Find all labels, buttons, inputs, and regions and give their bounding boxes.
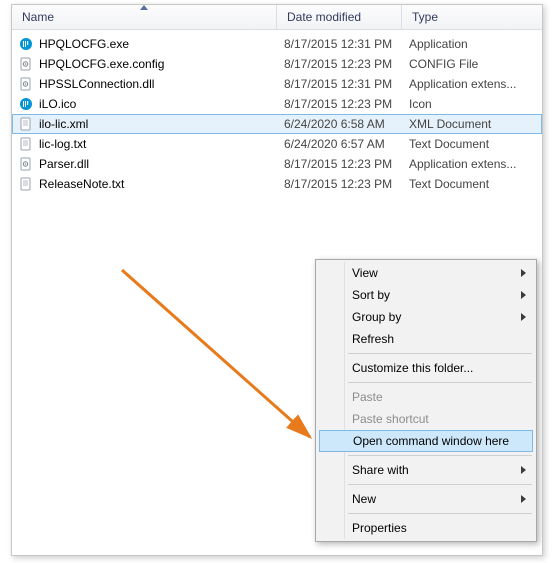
menu-item-label: Group by (352, 310, 401, 324)
file-row[interactable]: HPSSLConnection.dll 8/17/2015 12:31 PMApp… (12, 74, 542, 94)
file-date: 8/17/2015 12:23 PM (278, 157, 403, 171)
menu-item-label: Open command window here (353, 434, 509, 448)
menu-item[interactable]: Properties (318, 517, 534, 539)
menu-item-label: Customize this folder... (352, 361, 473, 375)
file-name: lic-log.txt (39, 137, 86, 151)
explorer-window: Name Date modified Type HPQLOCFG.exe 8/17… (11, 4, 543, 556)
file-type: CONFIG File (403, 57, 541, 71)
file-type: Application (403, 37, 541, 51)
submenu-arrow-icon (521, 466, 526, 474)
menu-item: Paste (318, 386, 534, 408)
column-header: Name Date modified Type (12, 5, 542, 30)
file-type: XML Document (403, 117, 541, 131)
menu-separator (348, 455, 532, 456)
menu-item-label: Sort by (352, 288, 390, 302)
menu-item-label: Paste (352, 390, 383, 404)
file-icon (17, 176, 35, 192)
menu-item[interactable]: Sort by (318, 284, 534, 306)
file-row[interactable]: iLO.ico 8/17/2015 12:23 PMIcon (12, 94, 542, 114)
file-icon (17, 116, 35, 132)
menu-item-label: View (352, 266, 378, 280)
file-type: Text Document (403, 177, 541, 191)
file-name: ReleaseNote.txt (39, 177, 124, 191)
file-name: HPSSLConnection.dll (39, 77, 154, 91)
file-name: ilo-lic.xml (39, 117, 88, 131)
file-type: Application extens... (403, 77, 541, 91)
submenu-arrow-icon (521, 269, 526, 277)
file-list[interactable]: HPQLOCFG.exe8/17/2015 12:31 PMApplicatio… (12, 34, 542, 194)
menu-item-label: Refresh (352, 332, 394, 346)
gear-icon (17, 76, 35, 92)
file-name: HPQLOCFG.exe.config (39, 57, 164, 71)
file-date: 6/24/2020 6:57 AM (278, 137, 403, 151)
menu-item[interactable]: Open command window here (319, 430, 533, 452)
file-date: 8/17/2015 12:23 PM (278, 97, 403, 111)
file-row[interactable]: HPQLOCFG.exe 8/17/2015 12:31 PMApplicatio… (12, 34, 542, 54)
menu-item[interactable]: Customize this folder... (318, 357, 534, 379)
file-date: 6/24/2020 6:58 AM (278, 117, 403, 131)
file-icon (17, 136, 35, 152)
file-name: Parser.dll (39, 157, 89, 171)
menu-item[interactable]: Group by (318, 306, 534, 328)
header-date-label: Date modified (287, 10, 361, 24)
menu-item-label: Properties (352, 521, 407, 535)
file-type: Text Document (403, 137, 541, 151)
header-date[interactable]: Date modified (277, 5, 402, 29)
context-menu: View Sort by Group by Refresh Customize this… (315, 259, 537, 542)
gear-icon (17, 156, 35, 172)
menu-separator (348, 382, 532, 383)
file-type: Icon (403, 97, 541, 111)
menu-item[interactable]: Share with (318, 459, 534, 481)
menu-item-label: Paste shortcut (352, 412, 429, 426)
menu-item-label: New (352, 492, 376, 506)
menu-separator (348, 484, 532, 485)
file-row[interactable]: ReleaseNote.txt 8/17/2015 12:23 PMText Do… (12, 174, 542, 194)
annotation-arrow (112, 260, 332, 450)
file-row[interactable]: HPQLOCFG.exe.config 8/17/2015 12:23 PMCON… (12, 54, 542, 74)
sort-asc-icon (140, 5, 148, 10)
menu-item[interactable]: View (318, 262, 534, 284)
file-name: HPQLOCFG.exe (39, 37, 129, 51)
header-type-label: Type (412, 10, 438, 24)
file-name: iLO.ico (39, 97, 76, 111)
file-row[interactable]: ilo-lic.xml 6/24/2020 6:58 AMXML Document (12, 114, 542, 134)
file-date: 8/17/2015 12:23 PM (278, 177, 403, 191)
file-date: 8/17/2015 12:31 PM (278, 37, 403, 51)
header-type[interactable]: Type (402, 5, 542, 29)
submenu-arrow-icon (521, 291, 526, 299)
submenu-arrow-icon (521, 495, 526, 503)
menu-separator (348, 513, 532, 514)
menu-item[interactable]: New (318, 488, 534, 510)
menu-item: Paste shortcut (318, 408, 534, 430)
file-row[interactable]: Parser.dll 8/17/2015 12:23 PMApplication … (12, 154, 542, 174)
gear-icon (17, 56, 35, 72)
hp-icon (17, 96, 35, 112)
submenu-arrow-icon (521, 313, 526, 321)
header-name[interactable]: Name (12, 5, 277, 29)
menu-item-label: Share with (352, 463, 409, 477)
file-type: Application extens... (403, 157, 541, 171)
file-date: 8/17/2015 12:31 PM (278, 77, 403, 91)
header-name-label: Name (22, 10, 54, 24)
file-row[interactable]: lic-log.txt 6/24/2020 6:57 AMText Documen… (12, 134, 542, 154)
menu-item[interactable]: Refresh (318, 328, 534, 350)
hp-icon (17, 36, 35, 52)
file-date: 8/17/2015 12:23 PM (278, 57, 403, 71)
menu-separator (348, 353, 532, 354)
